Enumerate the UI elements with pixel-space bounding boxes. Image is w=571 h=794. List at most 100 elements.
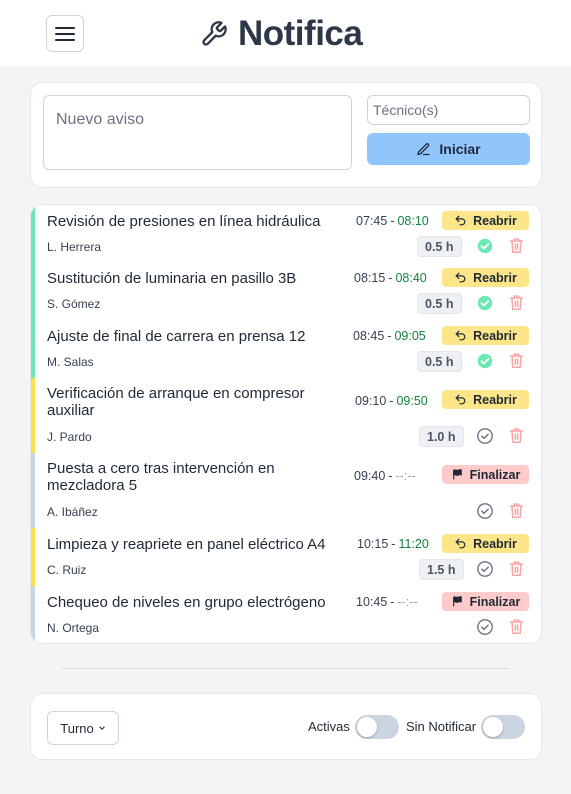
trash-icon[interactable] bbox=[509, 237, 525, 255]
time-separator: - bbox=[388, 271, 393, 285]
turno-label: Turno bbox=[60, 720, 94, 736]
action-label: Reabrir bbox=[473, 270, 517, 285]
status-accent bbox=[31, 262, 35, 320]
trash-icon[interactable] bbox=[509, 502, 525, 520]
task-title: Chequeo de niveles en grupo electrógeno bbox=[47, 594, 326, 611]
trash-icon[interactable] bbox=[509, 560, 525, 578]
task-row[interactable]: Chequeo de niveles en grupo electrógeno N… bbox=[31, 586, 541, 643]
status-accent bbox=[31, 586, 35, 643]
complete-check-icon[interactable] bbox=[476, 560, 494, 578]
sin-notificar-toggle[interactable] bbox=[481, 715, 525, 739]
complete-check-icon[interactable] bbox=[476, 352, 494, 370]
new-notice-card: Nuevo aviso Técnico(s) Iniciar bbox=[30, 82, 542, 188]
time-separator: - bbox=[390, 214, 395, 228]
task-title: Sustitución de luminaria en pasillo 3B bbox=[47, 270, 297, 287]
complete-check-icon[interactable] bbox=[476, 294, 494, 312]
tecnico-input[interactable]: Técnico(s) bbox=[367, 95, 530, 125]
task-row[interactable]: Sustitución de luminaria en pasillo 3B S.… bbox=[31, 262, 541, 320]
hamburger-icon bbox=[55, 26, 75, 29]
time-separator: - bbox=[388, 469, 393, 483]
app-title: Notifica bbox=[238, 14, 363, 53]
status-accent bbox=[31, 453, 35, 528]
filter-bar: Turno Activas Sin Notificar bbox=[30, 693, 542, 760]
status-accent bbox=[31, 528, 35, 586]
start-time: 09:10 bbox=[355, 394, 387, 408]
aviso-input[interactable]: Nuevo aviso bbox=[43, 95, 352, 170]
action-label: Finalizar bbox=[469, 467, 521, 482]
action-label: Reabrir bbox=[473, 392, 517, 407]
trash-icon[interactable] bbox=[509, 618, 525, 636]
trash-icon[interactable] bbox=[509, 294, 525, 312]
action-label: Reabrir bbox=[473, 328, 517, 343]
task-row[interactable]: Limpieza y reapriete en panel eléctrico … bbox=[31, 528, 541, 586]
complete-check-icon[interactable] bbox=[476, 502, 494, 520]
task-time: 07:45-08:10 bbox=[356, 214, 429, 228]
trash-icon[interactable] bbox=[509, 352, 525, 370]
duration-badge: 1.5 h bbox=[419, 559, 464, 580]
action-label: Finalizar bbox=[469, 594, 521, 609]
wrench-icon bbox=[202, 21, 227, 46]
end-time: 08:40 bbox=[395, 271, 427, 285]
task-title: Verificación de arranque en compresor au… bbox=[47, 385, 305, 419]
duration-badge: 1.0 h bbox=[419, 426, 464, 447]
reopen-button[interactable]: Reabrir bbox=[442, 534, 529, 553]
duration-badge: 0.5 h bbox=[417, 236, 462, 257]
menu-button[interactable] bbox=[46, 15, 84, 52]
duration-badge: 0.5 h bbox=[417, 293, 462, 314]
task-time: 10:45- --:-- bbox=[356, 595, 418, 609]
reopen-icon bbox=[454, 214, 467, 227]
task-row[interactable]: Verificación de arranque en compresor au… bbox=[31, 378, 541, 453]
reopen-button[interactable]: Reabrir bbox=[442, 211, 529, 230]
task-technician: M. Salas bbox=[47, 355, 94, 369]
activas-label: Activas bbox=[308, 719, 350, 734]
finish-button[interactable]: Finalizar bbox=[442, 592, 529, 611]
status-accent bbox=[31, 205, 35, 262]
task-technician: C. Ruiz bbox=[47, 563, 87, 577]
task-time: 08:45-09:05 bbox=[353, 329, 426, 343]
chevron-down-icon bbox=[98, 726, 105, 731]
duration-badge: 0.5 h bbox=[417, 351, 462, 372]
activas-toggle[interactable] bbox=[355, 715, 399, 739]
task-technician: J. Pardo bbox=[47, 430, 92, 444]
flag-icon bbox=[451, 468, 464, 481]
time-separator: - bbox=[391, 537, 396, 551]
start-time: 10:45 bbox=[356, 595, 388, 609]
task-time: 08:15-08:40 bbox=[354, 271, 427, 285]
divider bbox=[62, 668, 509, 669]
complete-check-icon[interactable] bbox=[476, 618, 494, 636]
task-technician: A. Ibáñez bbox=[47, 505, 98, 519]
trash-icon[interactable] bbox=[509, 427, 525, 445]
reopen-button[interactable]: Reabrir bbox=[442, 326, 529, 345]
task-technician: L. Herrera bbox=[47, 240, 102, 254]
task-list: Revisión de presiones en línea hidráulic… bbox=[30, 204, 542, 644]
task-row[interactable]: Revisión de presiones en línea hidráulic… bbox=[31, 205, 541, 262]
turno-dropdown[interactable]: Turno bbox=[47, 711, 119, 745]
start-time: 08:15 bbox=[354, 271, 386, 285]
task-title: Ajuste de final de carrera en prensa 12 bbox=[47, 328, 306, 345]
task-time: 10:15-11:20 bbox=[357, 537, 429, 551]
end-time: 11:20 bbox=[398, 537, 429, 551]
task-time: 09:40- --:-- bbox=[354, 469, 416, 483]
task-title: Limpieza y reapriete en panel eléctrico … bbox=[47, 536, 326, 553]
task-title: Puesta a cero tras intervención en mezcl… bbox=[47, 460, 275, 494]
complete-check-icon[interactable] bbox=[476, 237, 494, 255]
start-time: 08:45 bbox=[353, 329, 385, 343]
task-title: Revisión de presiones en línea hidráulic… bbox=[47, 213, 321, 230]
task-row[interactable]: Puesta a cero tras intervención en mezcl… bbox=[31, 453, 541, 528]
task-row[interactable]: Ajuste de final de carrera en prensa 12 M… bbox=[31, 320, 541, 378]
reopen-icon bbox=[454, 537, 467, 550]
end-time: 09:05 bbox=[394, 329, 426, 343]
start-button[interactable]: Iniciar bbox=[367, 133, 530, 165]
task-technician: S. Gómez bbox=[47, 297, 101, 311]
finish-button[interactable]: Finalizar bbox=[442, 465, 529, 484]
task-technician: N. Ortega bbox=[47, 621, 100, 635]
end-time: 09:50 bbox=[396, 394, 428, 408]
task-time: 09:10-09:50 bbox=[355, 394, 428, 408]
complete-check-icon[interactable] bbox=[476, 427, 494, 445]
start-time: 07:45 bbox=[356, 214, 388, 228]
reopen-button[interactable]: Reabrir bbox=[442, 390, 529, 409]
flag-icon bbox=[451, 595, 464, 608]
start-button-label: Iniciar bbox=[439, 141, 481, 157]
reopen-button[interactable]: Reabrir bbox=[442, 268, 529, 287]
start-time: 09:40 bbox=[354, 469, 386, 483]
